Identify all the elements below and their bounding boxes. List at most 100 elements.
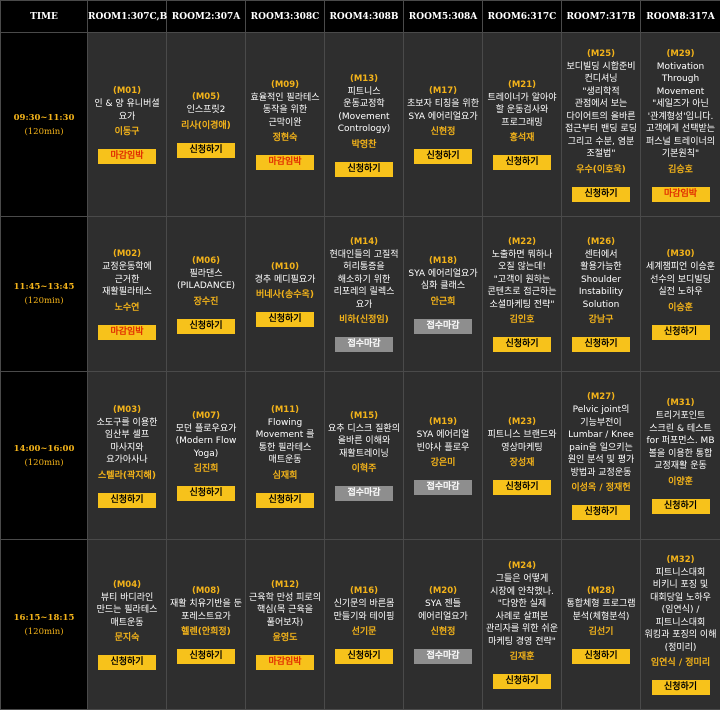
- apply-button[interactable]: 신청하기: [177, 486, 235, 501]
- session-title: 세계챔피언 이승훈 선수의 보디빌딩 실전 노하우: [641, 261, 720, 299]
- session-title: 그들은 어떻게 시장에 안착했나. "다양한 실제 사례로 살펴본 관리자를 위…: [483, 573, 561, 648]
- closing-soon-button[interactable]: 마감임박: [98, 149, 156, 164]
- session-instructor: 문지숙: [88, 632, 166, 645]
- schedule-table: TIME ROOM1:307C,B ROOM2:307A ROOM3:308C …: [0, 0, 720, 710]
- session-code: (M14): [325, 236, 403, 248]
- apply-button[interactable]: 신청하기: [652, 325, 710, 340]
- closing-soon-button[interactable]: 마감임박: [256, 155, 314, 170]
- session-instructor: 김선기: [562, 626, 640, 639]
- session-instructor: 안근희: [404, 296, 482, 309]
- session-code: (M26): [562, 236, 640, 248]
- session-instructor: 리사(이경애): [167, 120, 245, 133]
- session-title: 소도구를 이용한 임산부 셀프 마사지와 요가아사나: [88, 417, 166, 467]
- apply-button[interactable]: 신청하기: [256, 493, 314, 508]
- apply-button[interactable]: 신청하기: [493, 337, 551, 352]
- session-cell: (M20)SYA 젠틀 에어리얼요가신현정접수마감: [404, 540, 483, 710]
- session-code: (M11): [246, 404, 324, 416]
- duration: (120min): [1, 125, 87, 139]
- session-instructor: 심재희: [246, 470, 324, 483]
- apply-button[interactable]: 신청하기: [652, 499, 710, 514]
- apply-button[interactable]: 신청하기: [98, 493, 156, 508]
- apply-button[interactable]: 신청하기: [493, 480, 551, 495]
- apply-button[interactable]: 신청하기: [572, 505, 630, 520]
- session-title: 통합체형 프로그램 분석(체형분석): [562, 598, 640, 623]
- session-title: 노출하면 뭐하나 오질 않는데! "고객이 원하는 콘텐츠로 접근하는 소셜마케…: [483, 249, 561, 312]
- apply-button[interactable]: 신청하기: [572, 649, 630, 664]
- apply-button[interactable]: 신청하기: [177, 143, 235, 158]
- session-code: (M24): [483, 560, 561, 572]
- room-header: ROOM7:317B: [562, 1, 641, 33]
- time-slot-row: 16:15~18:15(120min)(M04)뷰티 바디라인 만드는 필라테스…: [1, 540, 720, 710]
- session-title: Motivation Through Movement "세일즈가 아닌 '관계…: [641, 61, 720, 161]
- time-cell: 11:45~13:45(120min): [1, 217, 88, 372]
- session-cell: (M30)세계챔피언 이승훈 선수의 보디빌딩 실전 노하우이승훈신청하기: [641, 217, 720, 372]
- session-instructor: 이양훈: [641, 476, 720, 489]
- registration-closed-button: 접수마감: [335, 337, 393, 352]
- closing-soon-button[interactable]: 마감임박: [652, 187, 710, 202]
- session-cell: (M31)트리거포인트 스크린 & 테스트 for 퍼포먼스. MB 볼을 이용…: [641, 372, 720, 540]
- session-code: (M13): [325, 73, 403, 85]
- session-cell: (M11)Flowing Movement 를 통한 필라테스 매트운동심재희신…: [246, 372, 325, 540]
- apply-button[interactable]: 신청하기: [177, 649, 235, 664]
- apply-button[interactable]: 신청하기: [493, 155, 551, 170]
- session-title: 근육학 만성 피로의 핵심(목 근육을 풀어보자): [246, 592, 324, 630]
- session-cell: (M07)모던 플로우요가 (Modern Flow Yoga)김진희신청하기: [167, 372, 246, 540]
- session-title: Flowing Movement 를 통한 필라테스 매트운동: [246, 417, 324, 467]
- session-instructor: 김승호: [641, 164, 720, 177]
- session-code: (M16): [325, 585, 403, 597]
- session-cell: (M15)요추 디스크 질환의 올바른 이해와 재활트레이닝이혁주접수마감: [325, 372, 404, 540]
- session-cell: (M05)인스프릿2리사(이경애)신청하기: [167, 33, 246, 217]
- session-title: 보디빌딩 시합준비 컨디셔닝 "생리학적 관점에서 보는 다이어트의 올바른 접…: [562, 61, 640, 161]
- session-instructor: 선기문: [325, 626, 403, 639]
- session-instructor: 홍석재: [483, 132, 561, 145]
- session-instructor: 비하(신정임): [325, 314, 403, 327]
- session-cell: (M28)통합체형 프로그램 분석(체형분석) 김선기신청하기: [562, 540, 641, 710]
- session-title: 피트니스대회 비키니 포징 및 대회당일 노하우(임연식) / 피트니스대회 워…: [641, 567, 720, 655]
- session-instructor: 신현정: [404, 626, 482, 639]
- session-instructor: 강은미: [404, 457, 482, 470]
- session-code: (M21): [483, 79, 561, 91]
- closing-soon-button[interactable]: 마감임박: [98, 325, 156, 340]
- session-code: (M18): [404, 255, 482, 267]
- session-code: (M22): [483, 236, 561, 248]
- time-range: 11:45~13:45: [1, 280, 87, 294]
- header-row: TIME ROOM1:307C,B ROOM2:307A ROOM3:308C …: [1, 1, 720, 33]
- session-cell: (M19)SYA 에어리얼 빈야사 플로우강은미접수마감: [404, 372, 483, 540]
- session-instructor: 장성재: [483, 457, 561, 470]
- time-slot-row: 09:30~11:30(120min)(M01)인 & 양 유니버셜 요가이동구…: [1, 33, 720, 217]
- session-code: (M08): [167, 585, 245, 597]
- session-title: 현대인들의 고질적 허리통증을 해소하기 위한 리포레의 릴렉스 요가: [325, 249, 403, 312]
- apply-button[interactable]: 신청하기: [98, 655, 156, 670]
- session-instructor: 김재훈: [483, 651, 561, 664]
- session-code: (M10): [246, 261, 324, 273]
- closing-soon-button[interactable]: 마감임박: [256, 655, 314, 670]
- session-instructor: 신현정: [404, 126, 482, 139]
- apply-button[interactable]: 신청하기: [256, 312, 314, 327]
- session-cell: (M10)경추 메디필요가버네사(송수옥)신청하기: [246, 217, 325, 372]
- session-code: (M09): [246, 79, 324, 91]
- apply-button[interactable]: 신청하기: [414, 149, 472, 164]
- session-title: 요추 디스크 질환의 올바른 이해와 재활트레이닝: [325, 423, 403, 461]
- apply-button[interactable]: 신청하기: [335, 162, 393, 177]
- session-instructor: 버네사(송수옥): [246, 289, 324, 302]
- session-instructor: 스텔라(곽지해): [88, 470, 166, 483]
- session-title: 피트니스 운동교정학(Movement Contrology): [325, 86, 403, 136]
- session-title: 재활 치유기반을 둔 포레스트요가: [167, 598, 245, 623]
- apply-button[interactable]: 신청하기: [177, 319, 235, 334]
- apply-button[interactable]: 신청하기: [652, 680, 710, 695]
- session-title: 뷰티 바디라인 만드는 필라테스 매트운동: [88, 592, 166, 630]
- registration-closed-button: 접수마감: [414, 319, 472, 334]
- apply-button[interactable]: 신청하기: [572, 337, 630, 352]
- session-cell: (M18)SYA 에어리얼요가 심화 클래스안근희접수마감: [404, 217, 483, 372]
- session-cell: (M23)피트니스 브랜드와 영상마케팅장성재신청하기: [483, 372, 562, 540]
- session-code: (M28): [562, 585, 640, 597]
- session-code: (M02): [88, 248, 166, 260]
- time-cell: 14:00~16:00(120min): [1, 372, 88, 540]
- time-range: 14:00~16:00: [1, 442, 87, 456]
- apply-button[interactable]: 신청하기: [493, 674, 551, 689]
- session-instructor: 이동구: [88, 126, 166, 139]
- apply-button[interactable]: 신청하기: [335, 649, 393, 664]
- apply-button[interactable]: 신청하기: [572, 187, 630, 202]
- room-header: ROOM3:308C: [246, 1, 325, 33]
- time-range: 09:30~11:30: [1, 111, 87, 125]
